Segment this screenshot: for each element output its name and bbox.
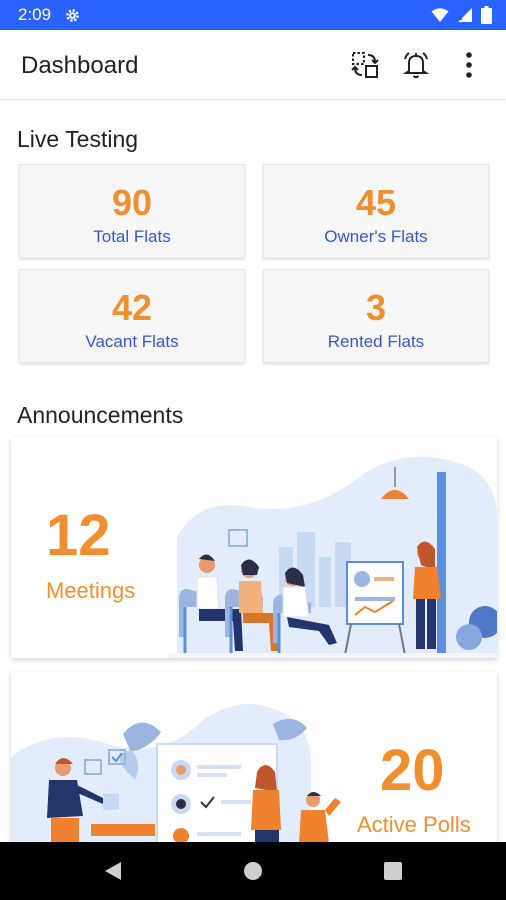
- recents-icon[interactable]: [381, 859, 405, 883]
- section-title-announcements: Announcements: [17, 402, 184, 428]
- meetings-count: 12: [46, 503, 111, 568]
- stat-value: 45: [355, 182, 397, 223]
- stat-value: 3: [365, 287, 387, 328]
- announcement-card-active-polls[interactable]: 20 Active Polls: [11, 672, 497, 844]
- stat-label: Vacant Flats: [85, 332, 179, 351]
- navigation-bar: [0, 842, 506, 900]
- meeting-illustration: [169, 456, 497, 658]
- settings-icon: [66, 9, 79, 22]
- signal-icon: [458, 8, 472, 22]
- status-icons: [431, 6, 492, 24]
- home-icon[interactable]: [241, 859, 265, 883]
- stat-card-owners-flats[interactable]: 45 Owner's Flats: [263, 164, 489, 258]
- back-icon[interactable]: [101, 859, 125, 883]
- meetings-label: Meetings: [46, 578, 136, 603]
- wifi-icon: [431, 8, 449, 22]
- announcement-card-meetings[interactable]: 12 Meetings: [11, 437, 497, 658]
- active-polls-label: Active Polls: [357, 812, 471, 837]
- status-bar: 2:09: [0, 0, 506, 30]
- stat-label: Rented Flats: [327, 332, 425, 351]
- stat-label: Owner's Flats: [324, 227, 428, 246]
- status-time: 2:09: [18, 5, 52, 24]
- voting-illustration: [11, 704, 341, 844]
- swap-button[interactable]: [348, 48, 382, 82]
- notifications-button[interactable]: [399, 48, 433, 82]
- section-title-live-testing: Live Testing: [17, 126, 139, 152]
- stat-card-vacant-flats[interactable]: 42 Vacant Flats: [19, 269, 245, 363]
- app-bar: Dashboard: [0, 30, 506, 100]
- stat-value: 42: [111, 287, 153, 328]
- swap-icon: [351, 52, 379, 78]
- stat-card-total-flats[interactable]: 90 Total Flats: [19, 164, 245, 258]
- active-polls-count: 20: [380, 738, 445, 803]
- stat-value: 90: [111, 182, 153, 223]
- stat-card-rented-flats[interactable]: 3 Rented Flats: [263, 269, 489, 363]
- page-title: Dashboard: [21, 52, 139, 79]
- more-vert-icon: [466, 52, 472, 78]
- more-options-button[interactable]: [452, 48, 486, 82]
- battery-icon: [481, 6, 492, 24]
- bell-icon: [402, 52, 430, 79]
- stat-label: Total Flats: [93, 227, 171, 246]
